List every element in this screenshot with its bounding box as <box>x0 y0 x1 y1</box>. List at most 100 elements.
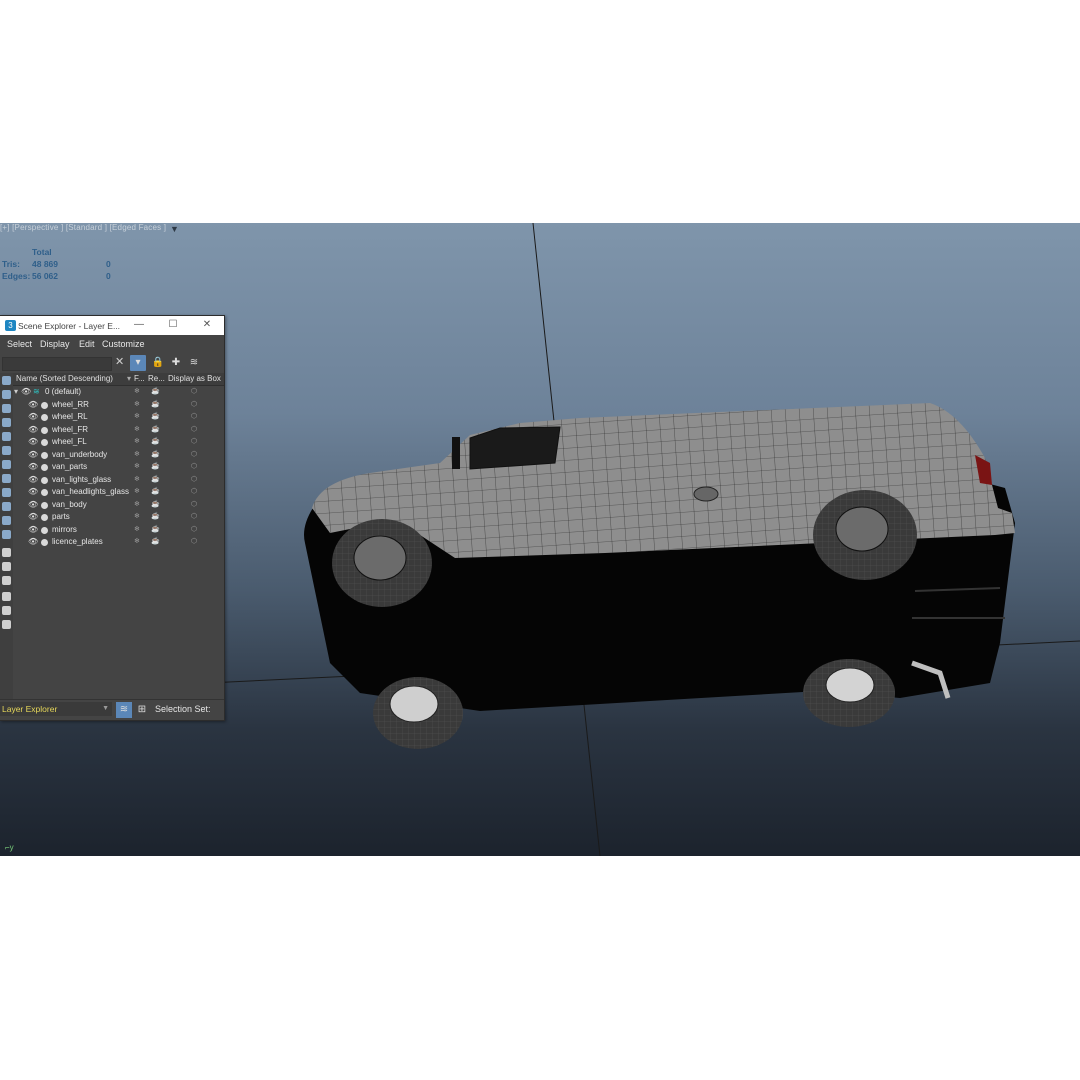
eye-icon[interactable]: 👁 <box>28 475 38 484</box>
layer-row-wheel-fl[interactable]: 👁 wheel_FL ❄ ☕ ⬡ <box>13 436 224 449</box>
layer-row-van-parts[interactable]: 👁 van_parts ❄ ☕ ⬡ <box>13 461 224 474</box>
snowflake-icon[interactable]: ❄ <box>134 425 140 433</box>
select-none-icon[interactable] <box>2 562 11 571</box>
layer-row-mirrors[interactable]: 👁 mirrors ❄ ☕ ⬡ <box>13 524 224 537</box>
clear-search-icon[interactable]: ✕ <box>115 355 124 368</box>
snowflake-icon[interactable]: ❄ <box>134 537 140 545</box>
layer-row-wheel-fr[interactable]: 👁 wheel_FR ❄ ☕ ⬡ <box>13 424 224 437</box>
select-invert-icon[interactable] <box>2 576 11 585</box>
spacewarps-filter-icon[interactable] <box>2 446 11 455</box>
shapes-filter-icon[interactable] <box>2 390 11 399</box>
explorer-type-dropdown[interactable]: Layer Explorer ▼ <box>0 702 112 716</box>
eye-icon[interactable]: 👁 <box>28 412 38 421</box>
eye-icon[interactable]: 👁 <box>28 437 38 446</box>
teapot-icon[interactable]: ☕ <box>151 412 160 420</box>
helpers-filter-icon[interactable] <box>2 432 11 441</box>
scene-explorer-window[interactable]: 3 Scene Explorer - Layer E... — ☐ ✕ Sele… <box>0 315 225 721</box>
snowflake-icon[interactable]: ❄ <box>134 437 140 445</box>
teapot-icon[interactable]: ☕ <box>151 512 160 520</box>
box-icon[interactable]: ⬡ <box>191 525 197 533</box>
add-layer-icon[interactable]: ✚ <box>168 355 184 371</box>
layer-row-default[interactable]: ▾ 👁 ≋ 0 (default) ❄ ☕ ⬡ <box>13 386 224 399</box>
close-button[interactable]: ✕ <box>200 319 214 330</box>
layer-row-wheel-rr[interactable]: 👁 wheel_RR ❄ ☕ ⬡ <box>13 399 224 412</box>
layer-row-van-headlights-glass[interactable]: 👁 van_headlights_glass ❄ ☕ ⬡ <box>13 486 224 499</box>
teapot-icon[interactable]: ☕ <box>151 387 160 395</box>
select-all-icon[interactable] <box>2 548 11 557</box>
hidden-filter-icon[interactable] <box>2 530 11 539</box>
teapot-icon[interactable]: ☕ <box>151 487 160 495</box>
snowflake-icon[interactable]: ❄ <box>134 525 140 533</box>
box-icon[interactable]: ⬡ <box>191 512 197 520</box>
box-icon[interactable]: ⬡ <box>191 487 197 495</box>
teapot-icon[interactable]: ☕ <box>151 500 160 508</box>
cameras-filter-icon[interactable] <box>2 418 11 427</box>
column-name[interactable]: Name (Sorted Descending) <box>16 374 113 383</box>
snowflake-icon[interactable]: ❄ <box>134 412 140 420</box>
snowflake-icon[interactable]: ❄ <box>134 475 140 483</box>
containers-filter-icon[interactable] <box>2 502 11 511</box>
box-icon[interactable]: ⬡ <box>191 412 197 420</box>
teapot-icon[interactable]: ☕ <box>151 400 160 408</box>
snowflake-icon[interactable]: ❄ <box>134 462 140 470</box>
filter-button[interactable]: ▾ <box>130 355 146 371</box>
eye-icon[interactable]: 👁 <box>28 512 38 521</box>
snowflake-icon[interactable]: ❄ <box>134 487 140 495</box>
eye-icon[interactable]: 👁 <box>28 425 38 434</box>
box-icon[interactable]: ⬡ <box>191 475 197 483</box>
teapot-icon[interactable]: ☕ <box>151 425 160 433</box>
column-display-as-box[interactable]: Display as Box <box>168 374 221 383</box>
lights-filter-icon[interactable] <box>2 404 11 413</box>
layers-view-button[interactable]: ≋ <box>116 702 132 718</box>
teapot-icon[interactable]: ☕ <box>151 537 160 545</box>
sync-selection-icon[interactable] <box>2 620 11 629</box>
box-icon[interactable]: ⬡ <box>191 450 197 458</box>
menu-customize[interactable]: Customize <box>102 339 145 349</box>
teapot-icon[interactable]: ☕ <box>151 525 160 533</box>
layer-row-parts[interactable]: 👁 parts ❄ ☕ ⬡ <box>13 511 224 524</box>
snowflake-icon[interactable]: ❄ <box>134 400 140 408</box>
layer-row-wheel-rl[interactable]: 👁 wheel_RL ❄ ☕ ⬡ <box>13 411 224 424</box>
snowflake-icon[interactable]: ❄ <box>134 387 140 395</box>
eye-icon[interactable]: 👁 <box>28 500 38 509</box>
title-bar[interactable]: 3 Scene Explorer - Layer E... — ☐ ✕ <box>0 316 224 335</box>
bones-filter-icon[interactable] <box>2 488 11 497</box>
hierarchy-view-button[interactable]: ⊞ <box>134 702 150 718</box>
teapot-icon[interactable]: ☕ <box>151 437 160 445</box>
column-render[interactable]: Re... <box>148 374 165 383</box>
eye-icon[interactable]: 👁 <box>28 450 38 459</box>
box-icon[interactable]: ⬡ <box>191 462 197 470</box>
box-icon[interactable]: ⬡ <box>191 425 197 433</box>
box-icon[interactable]: ⬡ <box>191 387 197 395</box>
teapot-icon[interactable]: ☕ <box>151 462 160 470</box>
eye-icon[interactable]: 👁 <box>28 462 38 471</box>
funnel-filter-icon[interactable] <box>2 592 11 601</box>
lock-icon[interactable]: 🔒 <box>150 355 166 371</box>
snowflake-icon[interactable]: ❄ <box>134 512 140 520</box>
teapot-icon[interactable]: ☕ <box>151 450 160 458</box>
geometry-filter-icon[interactable] <box>2 376 11 385</box>
search-input[interactable] <box>2 357 112 371</box>
eye-icon[interactable]: 👁 <box>28 487 38 496</box>
expand-arrow-icon[interactable]: ▾ <box>14 387 18 396</box>
funnel-toggle-icon[interactable] <box>2 606 11 615</box>
eye-icon[interactable]: 👁 <box>21 387 31 396</box>
layer-row-van-lights-glass[interactable]: 👁 van_lights_glass ❄ ☕ ⬡ <box>13 474 224 487</box>
layer-row-van-underbody[interactable]: 👁 van_underbody ❄ ☕ ⬡ <box>13 449 224 462</box>
menu-edit[interactable]: Edit <box>79 339 95 349</box>
layer-row-van-body[interactable]: 👁 van_body ❄ ☕ ⬡ <box>13 499 224 512</box>
layers-icon[interactable]: ≋ <box>186 355 202 371</box>
box-icon[interactable]: ⬡ <box>191 437 197 445</box>
snowflake-icon[interactable]: ❄ <box>134 500 140 508</box>
frozen-filter-icon[interactable] <box>2 516 11 525</box>
menu-display[interactable]: Display <box>40 339 70 349</box>
eye-icon[interactable]: 👁 <box>28 537 38 546</box>
snowflake-icon[interactable]: ❄ <box>134 450 140 458</box>
box-icon[interactable]: ⬡ <box>191 400 197 408</box>
groups-filter-icon[interactable] <box>2 460 11 469</box>
box-icon[interactable]: ⬡ <box>191 537 197 545</box>
eye-icon[interactable]: 👁 <box>28 400 38 409</box>
minimize-button[interactable]: — <box>132 319 146 330</box>
eye-icon[interactable]: 👁 <box>28 525 38 534</box>
box-icon[interactable]: ⬡ <box>191 500 197 508</box>
